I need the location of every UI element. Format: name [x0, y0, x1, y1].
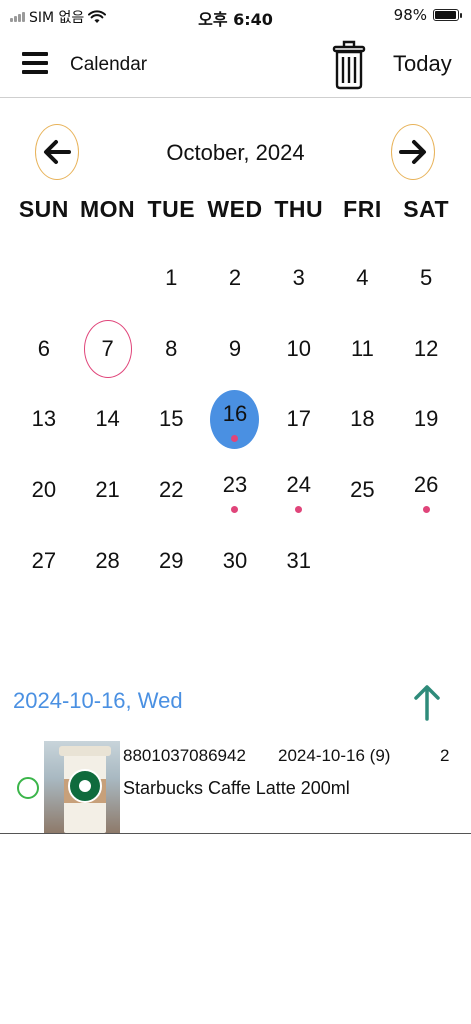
day-17[interactable]: 17: [267, 384, 331, 455]
day-number: 25: [350, 477, 375, 503]
day-number: 14: [95, 406, 120, 432]
day-9[interactable]: 9: [203, 314, 267, 385]
day-number: 7: [101, 335, 114, 361]
day-blank: [12, 243, 76, 314]
day-number: 9: [228, 335, 242, 361]
weekday-sat: SAT: [403, 196, 450, 222]
day-number: 31: [286, 547, 311, 573]
day-15[interactable]: 15: [139, 384, 203, 455]
day-20[interactable]: 20: [12, 455, 76, 526]
day-number: 13: [31, 406, 57, 432]
day-number: 3: [292, 265, 305, 291]
weekday-fri: FRI: [343, 196, 382, 222]
app-header: Calendar Today: [0, 36, 471, 98]
day-8[interactable]: 8: [139, 314, 203, 385]
battery-text: 98%: [393, 6, 427, 24]
day-24[interactable]: 24: [267, 455, 331, 526]
day-4[interactable]: 4: [331, 243, 395, 314]
day-25[interactable]: 25: [331, 455, 395, 526]
day-19[interactable]: 19: [394, 384, 458, 455]
day-7[interactable]: 7: [76, 314, 140, 385]
battery-icon: [433, 9, 462, 21]
day-13[interactable]: 13: [12, 384, 76, 455]
day-number: 6: [37, 335, 50, 361]
day-number: 30: [222, 547, 248, 573]
product-image: [44, 741, 120, 833]
item-quantity: 2: [440, 746, 450, 765]
item-date: 2024-10-16 (9): [278, 746, 391, 765]
day-number: 22: [159, 477, 184, 503]
day-number: 24: [286, 472, 311, 498]
day-blank: [76, 243, 140, 314]
next-month-button[interactable]: [391, 124, 435, 180]
status-bar: SIM 없음 오후 6:40 98%: [0, 0, 471, 34]
day-26[interactable]: 26: [394, 455, 458, 526]
selected-date-label: 2024-10-16, Wed: [13, 688, 183, 713]
weekday-row: SUN MON TUE WED THU FRI SAT: [12, 196, 458, 223]
arrow-right-icon: [399, 140, 426, 164]
day-5[interactable]: 5: [394, 243, 458, 314]
day-28[interactable]: 28: [76, 525, 140, 596]
day-12[interactable]: 12: [394, 314, 458, 385]
day-number: 1: [165, 265, 178, 291]
item-row[interactable]: 8801037086942 2024-10-16 (9) 2 Starbucks…: [0, 738, 471, 834]
today-button[interactable]: Today: [393, 51, 452, 77]
day-number: 23: [222, 472, 248, 498]
arrow-up-icon[interactable]: [413, 683, 441, 721]
battery-fill: [435, 11, 456, 19]
day-14[interactable]: 14: [76, 384, 140, 455]
day-18[interactable]: 18: [331, 384, 395, 455]
day-number: 21: [95, 477, 120, 503]
day-number: 17: [286, 406, 311, 432]
event-dot: [295, 506, 303, 514]
day-30[interactable]: 30: [203, 525, 267, 596]
weekday-wed: WED: [207, 196, 263, 222]
status-circle-icon[interactable]: [17, 777, 39, 799]
calendar-grid: 1 2 3 4 5 6 7 8 9 10 11 12 13 14 15 16 17 18 19 20 21 22 23 24 2…: [12, 243, 458, 596]
day-number: 29: [159, 547, 184, 573]
menu-icon[interactable]: [22, 52, 48, 74]
trash-icon[interactable]: [332, 38, 366, 90]
day-number: 19: [413, 406, 439, 432]
day-1[interactable]: 1: [139, 243, 203, 314]
event-dot: [231, 506, 239, 514]
day-3[interactable]: 3: [267, 243, 331, 314]
day-number: 20: [31, 477, 57, 503]
day-11[interactable]: 11: [331, 314, 395, 385]
header-title: Calendar: [70, 54, 148, 75]
day-number: 4: [356, 265, 369, 291]
day-number: 10: [286, 335, 311, 361]
item-name: Starbucks Caffe Latte 200ml: [123, 778, 350, 798]
weekday-thu: THU: [274, 196, 324, 222]
day-number: 11: [351, 335, 374, 361]
day-16[interactable]: 16: [203, 384, 267, 455]
day-number: 27: [31, 547, 57, 573]
weekday-mon: MON: [79, 196, 136, 222]
event-dot: [422, 506, 430, 514]
status-right: 98%: [393, 6, 462, 24]
day-21[interactable]: 21: [76, 455, 140, 526]
day-22[interactable]: 22: [139, 455, 203, 526]
day-23[interactable]: 23: [203, 455, 267, 526]
day-number: 15: [159, 406, 184, 432]
day-31[interactable]: 31: [267, 525, 331, 596]
day-number: 2: [228, 265, 242, 291]
day-number: 5: [420, 265, 433, 291]
day-6[interactable]: 6: [12, 314, 76, 385]
day-number: 8: [165, 335, 178, 361]
day-number: 16: [222, 401, 248, 427]
weekday-tue: TUE: [147, 196, 196, 222]
day-number: 28: [95, 547, 120, 573]
item-barcode: 8801037086942: [123, 746, 246, 765]
day-10[interactable]: 10: [267, 314, 331, 385]
day-27[interactable]: 27: [12, 525, 76, 596]
day-number: 26: [413, 472, 439, 498]
day-number: 12: [413, 335, 439, 361]
starbucks-logo-icon: [68, 769, 102, 803]
weekday-sun: SUN: [18, 196, 69, 222]
day-29[interactable]: 29: [139, 525, 203, 596]
day-2[interactable]: 2: [203, 243, 267, 314]
day-number: 18: [350, 406, 375, 432]
